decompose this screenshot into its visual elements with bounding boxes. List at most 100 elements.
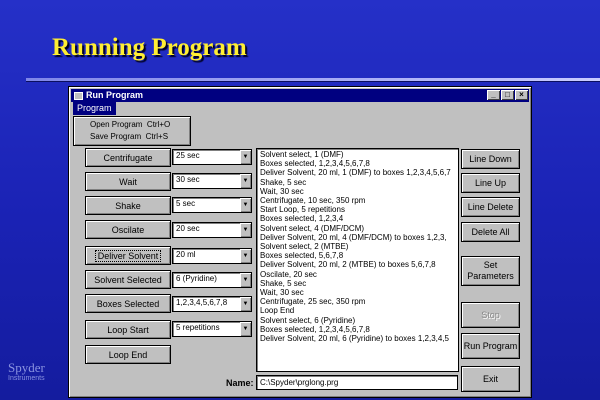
dropdown-arrow-icon[interactable]: ▼ (240, 249, 251, 263)
oscilate-time-select[interactable]: 20 sec ▼ (172, 222, 252, 238)
line-down-button[interactable]: Line Down (461, 149, 520, 169)
loop-end-button[interactable]: Loop End (85, 345, 171, 364)
dropdown-arrow-icon[interactable]: ▼ (240, 297, 251, 311)
button-label: Loop End (108, 349, 148, 360)
dropdown-arrow-icon[interactable]: ▼ (240, 273, 251, 287)
app-icon (74, 92, 83, 100)
select-value: 5 sec (176, 199, 196, 208)
window-title: Run Program (86, 90, 144, 100)
program-line[interactable]: Wait, 30 sec (260, 288, 458, 297)
program-line[interactable]: Deliver Solvent, 20 ml, 1 (DMF) to boxes… (260, 168, 458, 177)
boxes-select[interactable]: 1,2,3,4,5,6,7,8 ▼ (172, 296, 252, 312)
button-label: Set Parameters (467, 260, 514, 281)
menu-item-label: Save Program (90, 132, 142, 141)
button-label: Shake (115, 200, 141, 211)
program-line[interactable]: Solvent select, 1 (DMF) (260, 150, 458, 159)
dropdown-arrow-icon[interactable]: ▼ (240, 223, 251, 237)
program-line[interactable]: Boxes selected, 5,6,7,8 (260, 251, 458, 260)
button-label: Line Delete (467, 202, 514, 212)
centrifugate-button[interactable]: Centrifugate (85, 148, 171, 167)
wait-time-select[interactable]: 30 sec ▼ (172, 173, 252, 189)
select-value: 25 sec (176, 151, 200, 160)
program-line[interactable]: Centrifugate, 10 sec, 350 rpm (260, 196, 458, 205)
button-label: Boxes Selected (96, 298, 160, 309)
exit-button[interactable]: Exit (461, 366, 520, 392)
program-line[interactable]: Centrifugate, 25 sec, 350 rpm (260, 297, 458, 306)
wait-button[interactable]: Wait (85, 172, 171, 191)
menubar: Program (71, 102, 529, 115)
select-value: 5 repetitions (176, 323, 220, 332)
program-menu-dropdown: Open Program Ctrl+O Save Program Ctrl+S (73, 116, 191, 146)
button-label: Delete All (471, 227, 510, 237)
dropdown-arrow-icon[interactable]: ▼ (240, 174, 251, 188)
menu-item-shortcut: Ctrl+S (145, 132, 169, 141)
brand-name: Spyder (8, 360, 45, 375)
button-label: Deliver Solvent (94, 249, 162, 262)
program-line[interactable]: Shake, 5 sec (260, 279, 458, 288)
deliver-solvent-button[interactable]: Deliver Solvent (85, 246, 171, 265)
menu-item-open-program[interactable]: Open Program Ctrl+O (90, 120, 170, 129)
line-up-button[interactable]: Line Up (461, 173, 520, 193)
program-line[interactable]: Solvent select, 6 (Pyridine) (260, 316, 458, 325)
brand-logo: Spyder Instruments (8, 361, 45, 382)
shake-time-select[interactable]: 5 sec ▼ (172, 197, 252, 213)
dropdown-arrow-icon[interactable]: ▼ (240, 150, 251, 164)
button-label: Solvent Selected (94, 274, 162, 285)
program-line[interactable]: Boxes selected, 1,2,3,4,5,6,7,8 (260, 325, 458, 334)
line-delete-button[interactable]: Line Delete (461, 197, 520, 217)
button-label: Loop Start (107, 324, 149, 335)
button-label: Stop (481, 310, 500, 320)
select-value: 20 sec (176, 224, 200, 233)
minimize-icon[interactable]: _ (487, 90, 500, 100)
program-line[interactable]: Solvent select, 2 (MTBE) (260, 242, 458, 251)
oscilate-button[interactable]: Oscilate (85, 220, 171, 239)
maximize-icon[interactable]: □ (501, 90, 514, 100)
menu-item-shortcut: Ctrl+O (146, 120, 171, 129)
button-label: Exit (482, 374, 498, 384)
program-line[interactable]: Loop End (260, 306, 458, 315)
shake-button[interactable]: Shake (85, 196, 171, 215)
boxes-selected-button[interactable]: Boxes Selected (85, 294, 171, 313)
slide-title: Running Program (52, 34, 247, 61)
program-line[interactable]: Start Loop, 5 repetitions (260, 205, 458, 214)
window-titlebar[interactable]: Run Program _ □ × (71, 89, 529, 102)
dropdown-arrow-icon[interactable]: ▼ (240, 322, 251, 336)
program-line[interactable]: Solvent select, 4 (DMF/DCM) (260, 224, 458, 233)
program-line[interactable]: Oscilate, 20 sec (260, 270, 458, 279)
program-name-input[interactable]: C:\Spyder\prglong.prg (256, 375, 458, 390)
button-label: Wait (119, 176, 137, 187)
program-lines: Solvent select, 1 (DMF) Boxes selected, 1… (257, 149, 458, 343)
loop-repetitions-select[interactable]: 5 repetitions ▼ (172, 321, 252, 337)
dropdown-arrow-icon[interactable]: ▼ (240, 198, 251, 212)
program-line[interactable]: Boxes selected, 1,2,3,4 (260, 214, 458, 223)
title-divider (26, 78, 600, 81)
name-label: Name: (226, 378, 254, 388)
delete-all-button[interactable]: Delete All (461, 222, 520, 242)
menu-program[interactable]: Program (73, 102, 116, 115)
button-label: Line Down (469, 154, 512, 164)
button-label: Run Program (463, 341, 518, 351)
run-program-button[interactable]: Run Program (461, 333, 520, 359)
set-parameters-button[interactable]: Set Parameters (461, 256, 520, 286)
program-line[interactable]: Deliver Solvent, 20 ml, 2 (MTBE) to boxe… (260, 260, 458, 269)
button-label: Centrifugate (103, 152, 153, 163)
program-line[interactable]: Deliver Solvent, 20 ml, 6 (Pyridine) to … (260, 334, 458, 343)
solvent-volume-select[interactable]: 20 ml ▼ (172, 248, 252, 264)
solvent-selected-button[interactable]: Solvent Selected (85, 270, 171, 289)
select-value: 1,2,3,4,5,6,7,8 (176, 298, 228, 307)
stop-button[interactable]: Stop (461, 302, 520, 328)
select-value: 6 (Pyridine) (176, 274, 217, 283)
menu-item-save-program[interactable]: Save Program Ctrl+S (90, 132, 168, 141)
select-value: 30 sec (176, 175, 200, 184)
close-icon[interactable]: × (515, 90, 528, 100)
program-line[interactable]: Boxes selected, 1,2,3,4,5,6,7,8 (260, 159, 458, 168)
loop-start-button[interactable]: Loop Start (85, 320, 171, 339)
program-line[interactable]: Wait, 30 sec (260, 187, 458, 196)
centrifugate-time-select[interactable]: 25 sec ▼ (172, 149, 252, 165)
program-listbox[interactable]: Solvent select, 1 (DMF) Boxes selected, 1… (256, 148, 459, 372)
solvent-select[interactable]: 6 (Pyridine) ▼ (172, 272, 252, 288)
menu-item-label: Open Program (90, 120, 143, 129)
program-line[interactable]: Deliver Solvent, 20 ml, 4 (DMF/DCM) to b… (260, 233, 458, 242)
run-program-window: Run Program _ □ × Program Open Program C… (68, 86, 532, 398)
program-line[interactable]: Shake, 5 sec (260, 178, 458, 187)
